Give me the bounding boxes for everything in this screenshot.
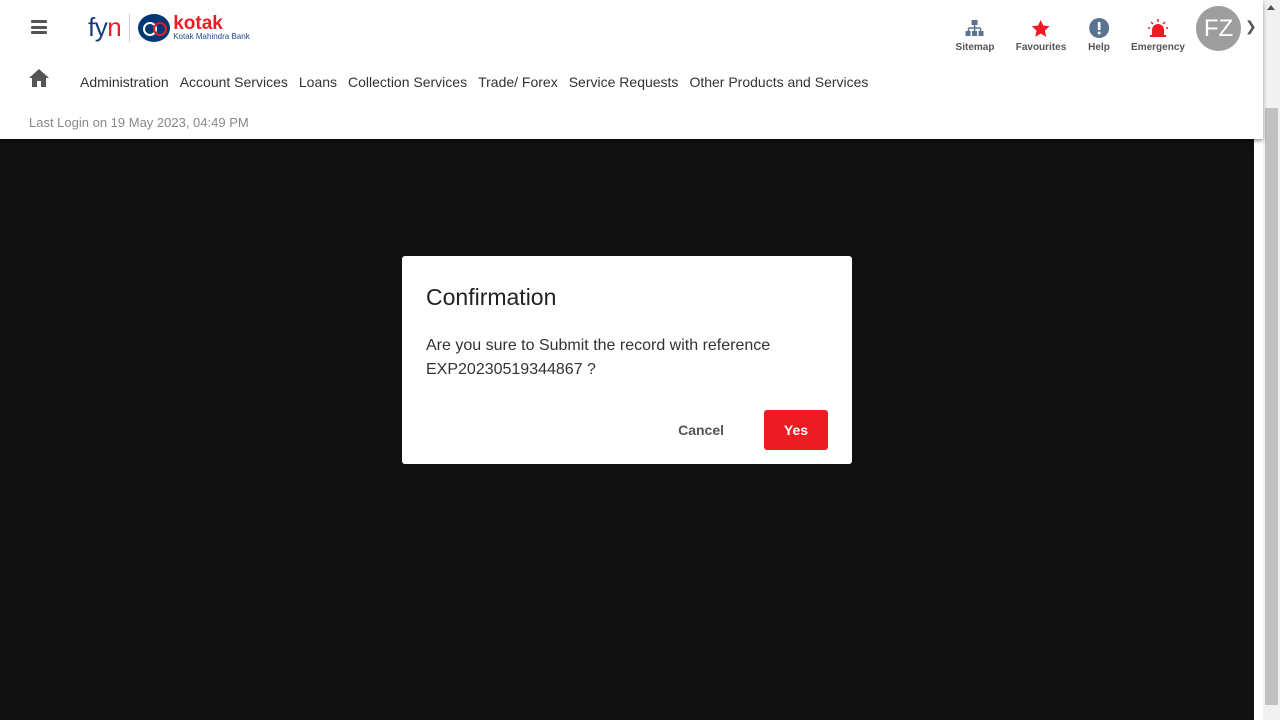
emergency-button[interactable]: Emergency [1131,18,1185,53]
logo-divider [129,13,131,42]
cancel-button[interactable]: Cancel [678,422,724,438]
fyn-logo-text: fyn [88,12,122,42]
kotak-logo-text: kotak [173,13,223,34]
nav-collection-services[interactable]: Collection Services [348,74,467,90]
favourites-button[interactable]: Favourites [1015,18,1067,53]
nav-other-products[interactable]: Other Products and Services [689,74,868,90]
kotak-logo-mark [138,13,171,42]
vertical-scrollbar[interactable] [1263,0,1280,720]
main-nav: Administration Account Services Loans Co… [80,74,868,90]
sitemap-icon [956,18,995,38]
sitemap-button[interactable]: Sitemap [955,18,995,53]
help-icon [1088,18,1110,38]
star-icon [1016,18,1067,38]
favourites-label: Favourites [1015,42,1067,53]
help-label: Help [1088,42,1110,53]
nav-trade-forex[interactable]: Trade/ Forex [478,74,558,90]
menu-icon[interactable] [31,20,47,34]
sitemap-label: Sitemap [955,42,995,53]
yes-button[interactable]: Yes [764,410,828,450]
last-login-text: Last Login on 19 May 2023, 04:49 PM [29,115,249,130]
scrollbar-thumb[interactable] [1265,108,1278,705]
user-avatar[interactable]: FZ [1196,6,1241,51]
dialog-message-line2: EXP20230519344867 ? [426,361,596,378]
dialog-message-line1: Are you sure to Submit the record with r… [426,337,771,354]
top-header: fyn kotak Kotak Mahindra Bank Sitemap Fa… [0,0,1263,139]
emergency-label: Emergency [1131,42,1185,53]
chevron-down-icon[interactable]: ❯ [1245,18,1257,35]
nav-administration[interactable]: Administration [80,74,169,90]
kotak-fyn-logo[interactable]: fyn kotak Kotak Mahindra Bank [88,12,250,43]
confirmation-dialog: Confirmation Are you sure to Submit the … [402,256,852,464]
help-button[interactable]: Help [1088,18,1110,53]
scroll-up-arrow-icon[interactable] [1267,5,1275,10]
nav-service-requests[interactable]: Service Requests [569,74,679,90]
dialog-title: Confirmation [426,284,557,310]
kotak-logo-subtext: Kotak Mahindra Bank [173,32,250,41]
home-icon[interactable] [29,69,49,92]
siren-icon [1131,18,1185,38]
nav-loans[interactable]: Loans [299,74,337,90]
nav-account-services[interactable]: Account Services [180,74,288,90]
